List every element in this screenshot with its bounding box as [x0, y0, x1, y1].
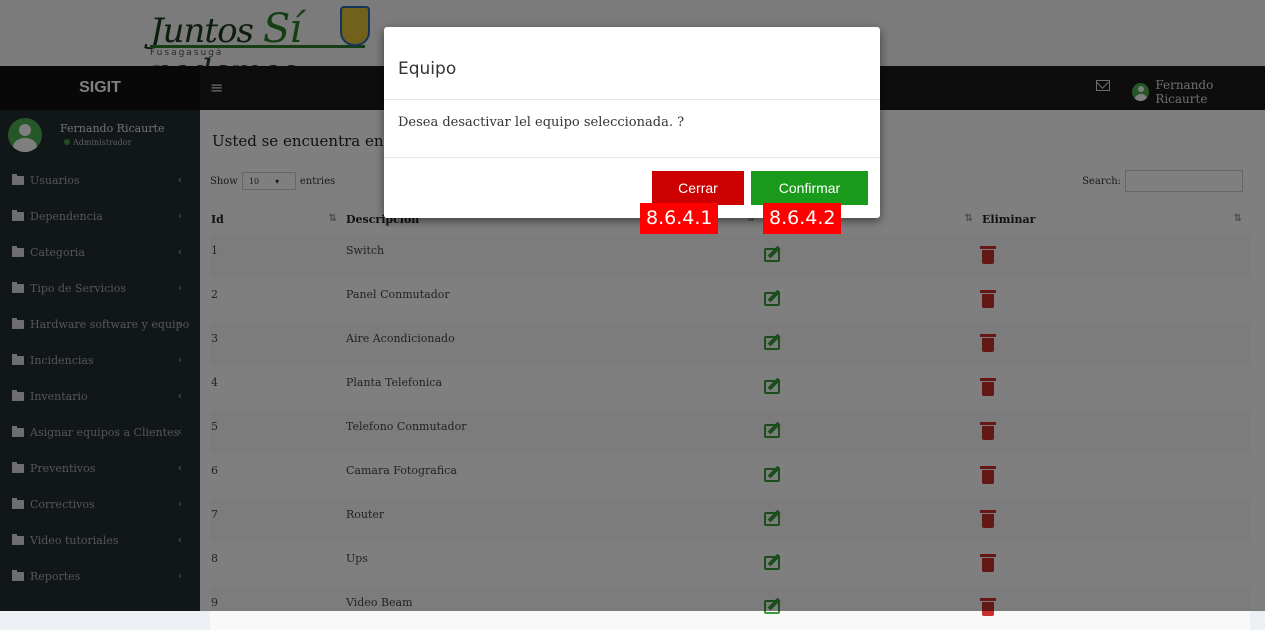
divider: [384, 99, 880, 100]
dialog-message: Desea desactivar lel equipo seleccionada…: [398, 115, 685, 130]
dialog-title: Equipo: [398, 59, 457, 79]
close-button[interactable]: Cerrar: [652, 171, 744, 205]
annotation-label-confirmar: 8.6.4.2: [763, 203, 842, 234]
confirm-dialog: Equipo Desea desactivar lel equipo selec…: [384, 27, 880, 218]
divider: [384, 157, 880, 158]
annotation-label-cerrar: 8.6.4.1: [640, 203, 719, 234]
confirm-button[interactable]: Confirmar: [751, 171, 868, 205]
